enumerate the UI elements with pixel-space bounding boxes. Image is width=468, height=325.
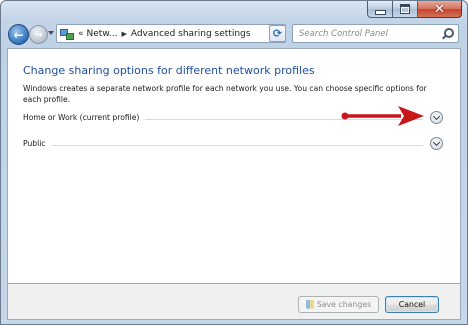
caption-buttons: ✕ [367, 1, 462, 19]
control-panel-window: ✕ ← → « Netw... ▶ Advanced sharing setti… [0, 0, 468, 325]
breadcrumb-current[interactable]: Advanced sharing settings [131, 29, 251, 39]
search-icon[interactable] [442, 27, 454, 40]
search-box[interactable]: Search Control Panel [292, 24, 459, 43]
profile-label[interactable]: Home or Work (current profile) [23, 113, 146, 122]
back-button[interactable]: ← [8, 24, 29, 45]
uac-shield-icon [305, 300, 314, 309]
breadcrumb-network[interactable]: Netw... [87, 29, 118, 39]
breadcrumb-overflow-icon[interactable]: « [78, 29, 84, 39]
expand-chevron-icon[interactable] [430, 111, 443, 124]
search-input[interactable]: Search Control Panel [299, 29, 442, 39]
page-description: Windows creates a separate network profi… [23, 84, 427, 104]
refresh-icon: ⟳ [272, 27, 283, 40]
close-button[interactable]: ✕ [418, 1, 462, 18]
minimize-button[interactable] [367, 1, 393, 18]
profile-label[interactable]: Public [23, 139, 52, 148]
minimize-icon [374, 9, 386, 15]
network-icon [60, 28, 74, 40]
divider [23, 145, 423, 146]
recent-pages-dropdown[interactable] [48, 31, 54, 35]
save-changes-label: Save changes [316, 300, 372, 309]
forward-button[interactable]: → [29, 25, 48, 44]
address-bar[interactable]: « Netw... ▶ Advanced sharing settings [56, 24, 286, 43]
cancel-button[interactable]: Cancel [385, 296, 439, 313]
cancel-label: Cancel [398, 300, 426, 309]
red-arrow-annotation [341, 106, 424, 126]
maximize-icon [400, 4, 410, 14]
close-icon: ✕ [434, 1, 445, 17]
page-title: Change sharing options for different net… [23, 64, 315, 77]
profile-row-public[interactable]: Public [23, 137, 445, 153]
back-arrow-icon: ← [13, 27, 24, 42]
forward-arrow-icon: → [33, 28, 44, 41]
expand-chevron-icon[interactable] [430, 137, 443, 150]
refresh-button[interactable]: ⟳ [269, 25, 286, 42]
save-changes-button[interactable]: Save changes [298, 296, 379, 313]
maximize-button[interactable] [393, 1, 418, 18]
breadcrumb-separator-icon[interactable]: ▶ [121, 30, 126, 38]
